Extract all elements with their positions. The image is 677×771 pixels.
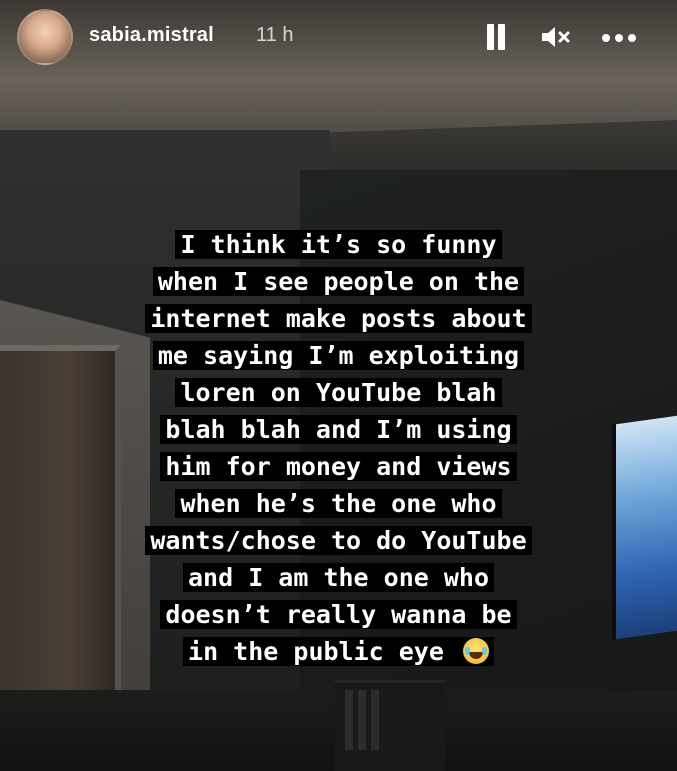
background-book: [358, 690, 366, 750]
caption-last-text: in the public eye: [188, 637, 444, 666]
caption-line: me saying I’m exploiting: [60, 337, 617, 374]
laughing-emoji-icon: [462, 638, 489, 664]
background-book: [345, 690, 353, 750]
more-options-icon[interactable]: [602, 34, 636, 42]
post-timestamp: 11 h: [256, 24, 294, 46]
profile-avatar[interactable]: [17, 9, 73, 65]
caption-line: when I see people on the: [60, 263, 617, 300]
background-book: [371, 690, 379, 750]
caption-line-last: in the public eye: [60, 633, 617, 670]
story-header: sabia.mistral 11 h: [0, 0, 677, 80]
caption-line: doesn’t really wanna be: [60, 596, 617, 633]
caption-line: loren on YouTube blah: [60, 374, 617, 411]
background-tv-screen: [612, 415, 677, 640]
story-text-overlay: I think it’s so funny when I see people …: [60, 226, 617, 670]
caption-line: and I am the one who: [60, 559, 617, 596]
story-viewer[interactable]: sabia.mistral 11 h I think it’s so funny…: [0, 0, 677, 771]
username[interactable]: sabia.mistral: [89, 24, 214, 47]
speaker-muted-icon[interactable]: [540, 23, 574, 51]
caption-line: internet make posts about: [60, 300, 617, 337]
caption-line: when he’s the one who: [60, 485, 617, 522]
caption-line: blah blah and I’m using: [60, 411, 617, 448]
caption-line: him for money and views: [60, 448, 617, 485]
caption-line: I think it’s so funny: [60, 226, 617, 263]
caption-line: wants/chose to do YouTube: [60, 522, 617, 559]
pause-icon[interactable]: [484, 24, 508, 50]
